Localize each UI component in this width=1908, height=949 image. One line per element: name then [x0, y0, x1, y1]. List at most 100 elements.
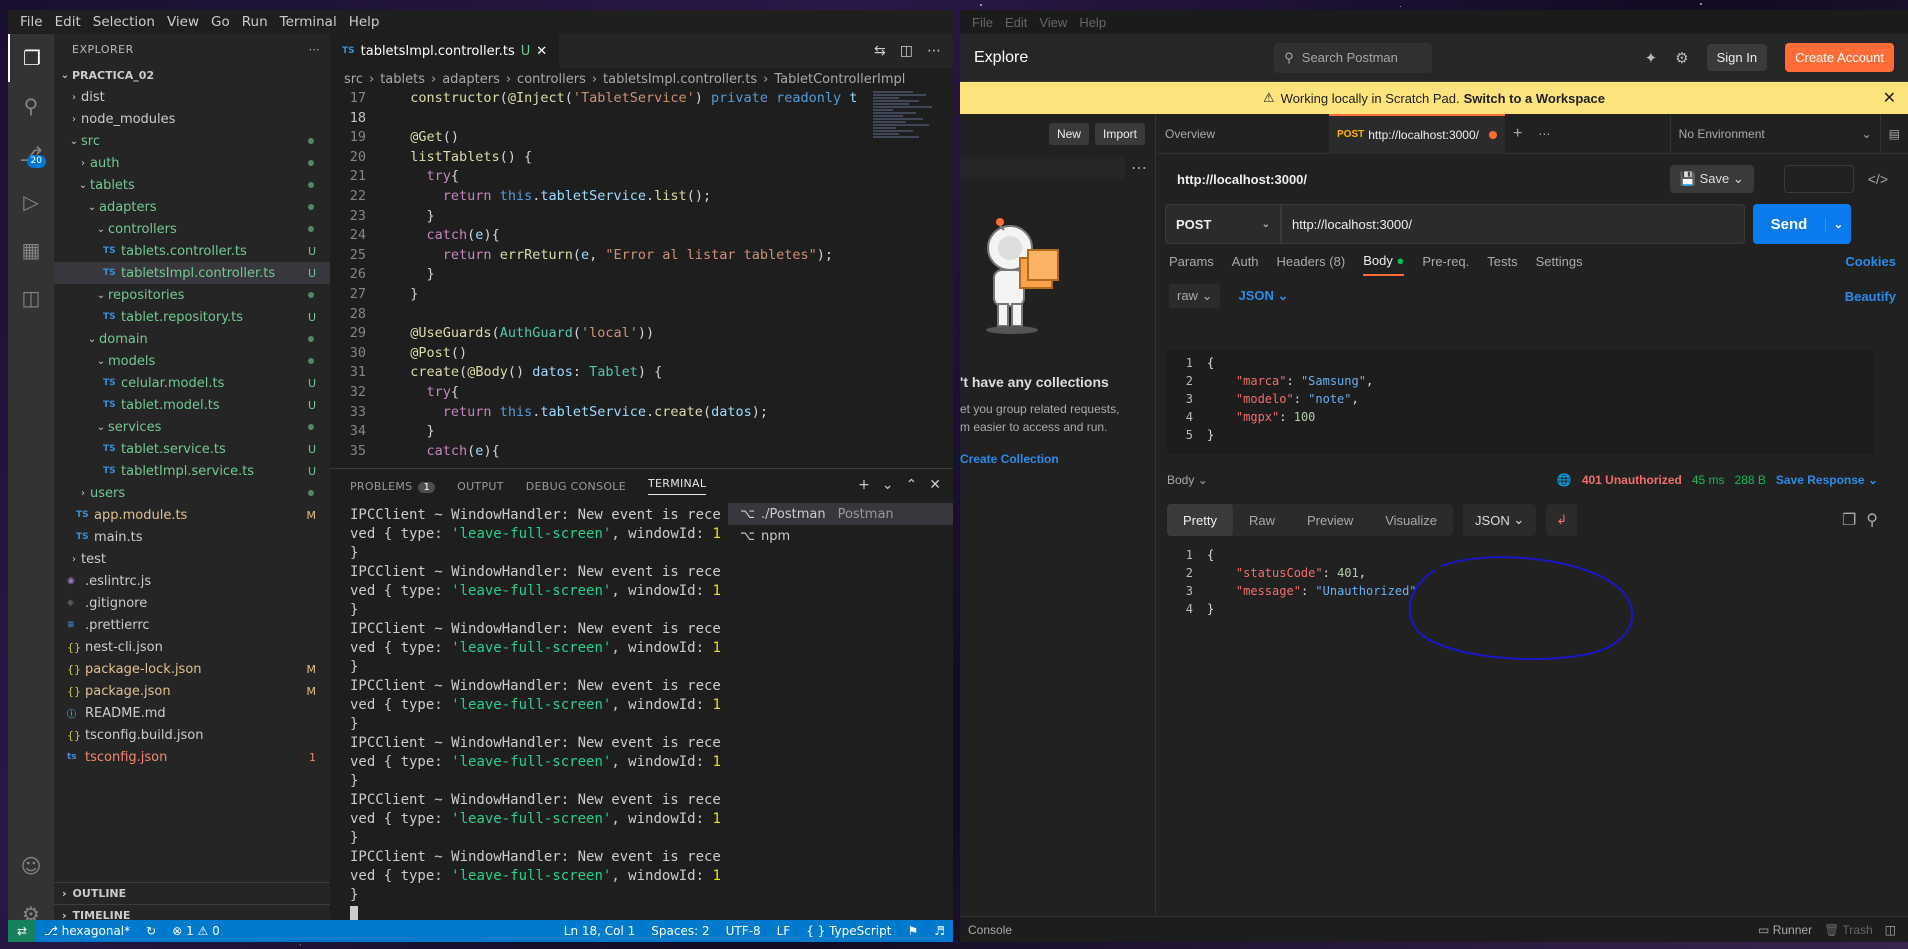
folder-item[interactable]: ⌄ services [54, 416, 330, 438]
folder-item[interactable]: ⌄ repositories [54, 284, 330, 306]
file-item[interactable]: ≡ .prettierrc [54, 614, 330, 636]
folder-item[interactable]: › test [54, 548, 330, 570]
code-icon[interactable]: </> [1868, 171, 1888, 187]
source-control-icon[interactable]: ⎇ 20 [8, 130, 54, 178]
trash-button[interactable]: 🗑 Trash [1824, 923, 1873, 937]
response-status[interactable]: 401 Unauthorized [1582, 473, 1682, 487]
file-item[interactable]: {} package.json M [54, 680, 330, 702]
environment-select[interactable]: No Environment ⌄ [1669, 113, 1880, 154]
file-item[interactable]: ◆ .gitignore [54, 592, 330, 614]
menu-run[interactable]: Run [236, 14, 274, 30]
terminal-instance[interactable]: ⌥ npm [728, 525, 953, 547]
feedback-icon[interactable]: ⚑ [899, 924, 926, 938]
terminal-instance[interactable]: ⌥ ./Postman Postman [728, 503, 953, 525]
tab-auth[interactable]: Auth [1232, 254, 1259, 269]
run-debug-icon[interactable]: ▷ [8, 178, 54, 226]
folder-item[interactable]: › users [54, 482, 330, 504]
sign-in-button[interactable]: Sign In [1706, 44, 1768, 71]
file-item[interactable]: TS main.ts [54, 526, 330, 548]
folder-item[interactable]: ⌄ adapters [54, 196, 330, 218]
tab-pretty[interactable]: Pretty [1167, 504, 1233, 536]
create-collection-link[interactable]: Create Collection [960, 452, 1059, 466]
request-title[interactable]: http://localhost:3000/ [1177, 172, 1307, 187]
more-actions-icon[interactable]: ⋯ [309, 43, 321, 56]
file-item[interactable]: TS tabletImpl.service.ts U [54, 460, 330, 482]
explorer-icon[interactable]: ❐ [8, 34, 54, 82]
menu-go[interactable]: Go [205, 14, 236, 30]
file-item[interactable]: TS celular.model.ts U [54, 372, 330, 394]
switch-workspace-link[interactable]: Switch to a Workspace [1464, 91, 1605, 106]
tab-params[interactable]: Params [1169, 254, 1214, 269]
body-mode-select[interactable]: raw ⌄ [1169, 284, 1221, 308]
send-button[interactable]: Send ⌄ [1753, 204, 1851, 244]
new-tab-icon[interactable]: + [1505, 114, 1530, 154]
folder-item[interactable]: ⌄ controllers [54, 218, 330, 240]
menu-view[interactable]: View [161, 14, 205, 30]
more-options-icon[interactable]: ⋯ [1131, 158, 1147, 178]
create-account-button[interactable]: Create Account [1785, 43, 1894, 72]
chevron-down-icon[interactable]: ⌄ [882, 477, 894, 493]
runner-button[interactable]: ▭ Runner [1758, 923, 1812, 937]
tab-output[interactable]: OUTPUT [457, 480, 504, 493]
copy-icon[interactable]: ❐ [1842, 510, 1856, 530]
tab-preview[interactable]: Preview [1291, 504, 1369, 536]
environment-quicklook-icon[interactable]: ▤ [1879, 113, 1908, 154]
tabs-more-icon[interactable]: ⋯ [1530, 114, 1558, 154]
close-tab-icon[interactable]: ✕ [536, 44, 547, 59]
file-item[interactable]: TS tablet.service.ts U [54, 438, 330, 460]
file-item[interactable]: ◉ .eslintrc.js [54, 570, 330, 592]
menu-help[interactable]: Help [343, 14, 386, 30]
wrap-lines-icon[interactable]: ↲ [1546, 504, 1578, 536]
collections-filter-input[interactable] [960, 157, 1125, 179]
open-changes-icon[interactable]: ⇆ [874, 43, 886, 59]
menu-selection[interactable]: Selection [87, 14, 161, 30]
cookies-link[interactable]: Cookies [1845, 254, 1896, 269]
breadcrumb-item[interactable]: src [344, 72, 363, 87]
close-panel-icon[interactable]: ✕ [929, 477, 941, 493]
sync-icon[interactable]: ↻ [138, 924, 164, 938]
breadcrumb-item[interactable]: adapters [442, 72, 500, 87]
tab-raw[interactable]: Raw [1233, 504, 1291, 536]
response-body-select[interactable]: Body ⌄ [1167, 473, 1208, 487]
file-item[interactable]: TS tablet.repository.ts U [54, 306, 330, 328]
account-icon[interactable]: ☺ [8, 842, 54, 890]
menu-help[interactable]: Help [1073, 15, 1112, 30]
minimap[interactable] [873, 90, 939, 200]
file-item[interactable]: ⓘ README.md [54, 702, 330, 724]
beautify-link[interactable]: Beautify [1845, 289, 1896, 304]
search-icon[interactable]: ⚲ [1866, 510, 1878, 530]
editor-tab-active[interactable]: TS tabletsImpl.controller.ts U ✕ [330, 34, 560, 68]
file-item[interactable]: {} nest-cli.json [54, 636, 330, 658]
folder-item[interactable]: › auth [54, 152, 330, 174]
search-input[interactable]: ⚲ Search Postman [1274, 42, 1433, 73]
new-button[interactable]: New [1048, 123, 1089, 145]
folder-item[interactable]: ⌄ domain [54, 328, 330, 350]
edit-docs-icon[interactable] [1783, 165, 1854, 193]
tab-tests[interactable]: Tests [1487, 254, 1517, 269]
method-select[interactable]: POST ⌄ [1165, 204, 1281, 244]
file-item[interactable]: TS tabletsImpl.controller.ts U [54, 262, 330, 284]
breadcrumb-item[interactable]: tablets [380, 72, 425, 87]
file-item[interactable]: TS tablets.controller.ts U [54, 240, 330, 262]
import-button[interactable]: Import [1094, 123, 1145, 145]
notifications-icon[interactable]: ♬ [926, 924, 953, 938]
remote-explorer-icon[interactable]: ◫ [8, 274, 54, 322]
editor-more-icon[interactable]: ⋯ [927, 43, 941, 59]
code-editor[interactable]: 17 constructor(@Inject('TabletService') … [330, 90, 873, 468]
save-button[interactable]: 💾 Save ⌄ [1669, 165, 1754, 193]
git-branch[interactable]: ⎇ hexagonal* [36, 924, 138, 938]
outline-section[interactable]: › OUTLINE [54, 882, 330, 904]
folder-item[interactable]: ⌄ models [54, 350, 330, 372]
language-mode[interactable]: { } TypeScript [798, 924, 899, 938]
breadcrumb-item[interactable]: controllers [517, 72, 586, 87]
project-root[interactable]: ⌄ PRACTICA_02 [54, 64, 330, 86]
folder-item[interactable]: › node_modules [54, 108, 330, 130]
extensions-icon[interactable]: ▦ [8, 226, 54, 274]
help-icon[interactable]: ◫ [1885, 923, 1896, 937]
menu-file[interactable]: File [966, 15, 999, 30]
response-time[interactable]: 45 ms [1692, 473, 1725, 487]
close-banner-icon[interactable]: ✕ [1883, 88, 1896, 108]
cursor-position[interactable]: Ln 18, Col 1 [556, 924, 644, 938]
new-terminal-icon[interactable]: + [858, 477, 870, 493]
folder-item[interactable]: › dist [54, 86, 330, 108]
